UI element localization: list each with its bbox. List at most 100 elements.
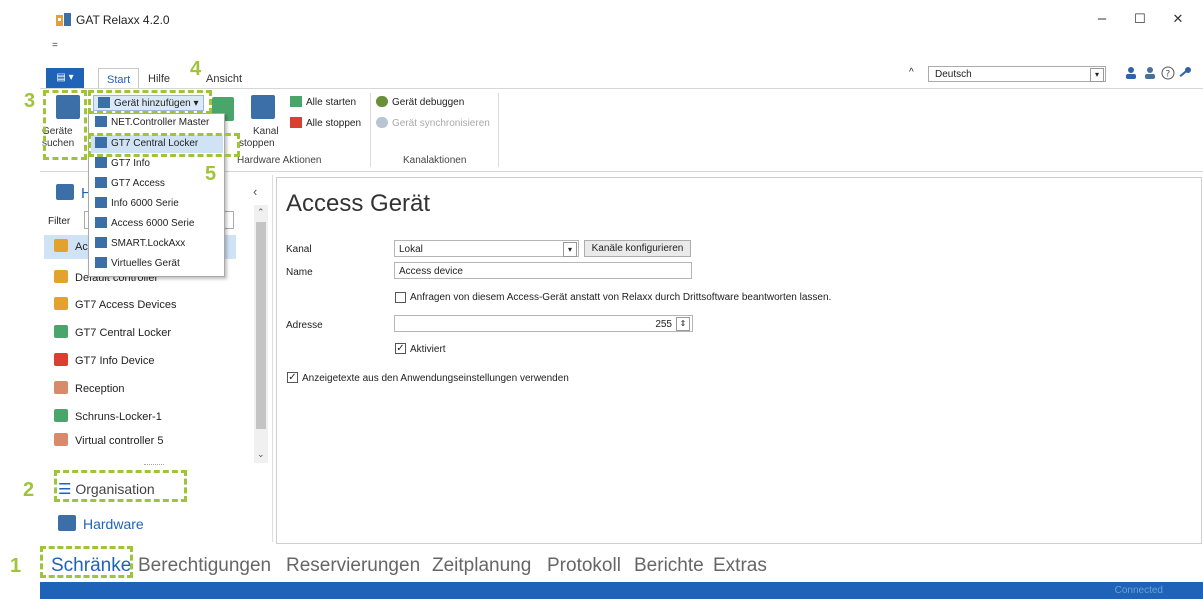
bottom-navigation: Schränke Berechtigungen Reservierungen Z… <box>40 550 1203 580</box>
hardware-icon <box>56 184 74 200</box>
app-window: GAT Relaxx 4.2.0 – ☐ ✕ = ▤ ▾ Start Hilfe… <box>40 0 1203 599</box>
menu-item-label: GT7 Info <box>111 158 150 169</box>
ribbon-separator <box>498 93 499 167</box>
help-icon[interactable]: ? <box>1161 66 1175 80</box>
nav-extras[interactable]: Extras <box>713 555 767 577</box>
maximize-button[interactable]: ☐ <box>1125 8 1155 30</box>
scroll-up-icon[interactable]: ⌃ <box>257 207 265 218</box>
nav-berichte[interactable]: Berichte <box>634 555 704 577</box>
key-icon[interactable] <box>1178 66 1192 80</box>
alle-starten-button[interactable]: Alle starten <box>290 96 356 108</box>
controller-item[interactable]: Virtual controller 5 <box>54 431 163 451</box>
menu-item-net-controller[interactable]: NET.Controller Master <box>95 114 209 132</box>
menu-item-label: Virtuelles Gerät <box>111 258 180 269</box>
tab-hilfe[interactable]: Hilfe <box>148 68 170 88</box>
geraet-synchronisieren-button[interactable]: Gerät synchronisieren <box>376 117 490 129</box>
svg-text:?: ? <box>1166 70 1171 80</box>
menu-item-label: Info 6000 Serie <box>111 198 179 209</box>
controller-label: Reception <box>75 383 125 395</box>
collapse-panel-button[interactable]: ‹ <box>253 184 257 199</box>
menu-item-gt7-info[interactable]: GT7 Info <box>95 155 150 173</box>
nav-zeitplanung[interactable]: Zeitplanung <box>432 555 531 577</box>
page-title: Access Gerät <box>286 190 431 217</box>
chevron-down-icon[interactable]: ▾ <box>563 242 577 257</box>
controller-label: Schruns-Locker-1 <box>75 411 162 423</box>
nav-protokoll[interactable]: Protokoll <box>547 555 621 577</box>
menu-item-virtuelles-geraet[interactable]: Virtuelles Gerät <box>95 255 180 273</box>
device-icon <box>95 217 107 228</box>
adresse-label: Adresse <box>286 320 323 331</box>
debug-icon <box>376 96 388 107</box>
menu-item-info-6000[interactable]: Info 6000 Serie <box>95 195 179 213</box>
chevron-down-icon[interactable]: ▾ <box>1090 68 1104 82</box>
controller-icon <box>54 353 68 366</box>
controller-label: GT7 Info Device <box>75 355 155 367</box>
ribbon-collapse-caret[interactable]: ^ <box>909 67 914 78</box>
controller-icon <box>54 409 68 422</box>
kanal-label: Kanal <box>286 244 312 255</box>
name-label: Name <box>286 267 313 278</box>
anzeigetexte-checkbox[interactable]: ✓ <box>287 372 298 383</box>
hardware-label: Hardware <box>83 516 144 532</box>
anfragen-checkbox[interactable] <box>395 292 406 303</box>
unknown-device-icon <box>54 433 68 446</box>
menu-item-smart-lockaxx[interactable]: SMART.LockAxx <box>95 235 185 253</box>
controller-item[interactable]: Reception <box>54 379 125 399</box>
nav-berechtigungen[interactable]: Berechtigungen <box>138 555 271 577</box>
panel-header: H <box>56 184 92 202</box>
controller-item-selected[interactable]: Ac <box>54 237 88 257</box>
minimize-button[interactable]: – <box>1087 8 1117 30</box>
device-icon <box>95 257 107 268</box>
menu-item-gt7-access[interactable]: GT7 Access <box>95 175 165 193</box>
menu-item-access-6000[interactable]: Access 6000 Serie <box>95 215 194 233</box>
annotation-number-5: 5 <box>205 163 217 185</box>
anfragen-label: Anfragen von diesem Access-Gerät anstatt… <box>410 292 832 303</box>
kanaele-konfigurieren-button[interactable]: Kanäle konfigurieren <box>584 240 691 257</box>
geraet-debuggen-label: Gerät debuggen <box>392 97 465 108</box>
stepper-icon[interactable]: ⇕ <box>676 317 690 331</box>
alle-stoppen-button[interactable]: Alle stoppen <box>290 117 361 129</box>
sync-icon <box>376 117 388 128</box>
window-title: GAT Relaxx 4.2.0 <box>76 13 170 27</box>
name-field[interactable]: Access device <box>394 262 692 279</box>
hardware-section[interactable]: Hardware <box>58 515 144 532</box>
controller-icon <box>54 239 68 252</box>
annotation-number-1: 1 <box>10 555 22 577</box>
splitter-grip[interactable] <box>144 464 164 465</box>
menu-item-label: Access 6000 Serie <box>111 218 195 229</box>
application-menu-button[interactable]: ▤ ▾ <box>46 68 84 88</box>
geraet-debuggen-button[interactable]: Gerät debuggen <box>376 96 464 108</box>
annotation-number-4: 4 <box>190 58 202 80</box>
kanal-stoppen-label-2[interactable]: stoppen <box>239 138 275 150</box>
controller-icon <box>54 270 68 283</box>
device-icon <box>95 116 107 127</box>
annotation-box-4 <box>88 90 212 114</box>
tab-start[interactable]: Start <box>98 68 140 89</box>
adresse-field[interactable]: 255 <box>394 315 693 332</box>
scroll-down-icon[interactable]: ⌄ <box>257 449 265 460</box>
user-icon[interactable] <box>1124 66 1138 80</box>
close-button[interactable]: ✕ <box>1163 8 1193 30</box>
tab-ansicht[interactable]: Ansicht <box>206 68 242 88</box>
scrollbar-thumb[interactable] <box>256 222 266 429</box>
controller-item[interactable]: Schruns-Locker-1 <box>54 407 162 427</box>
users-icon[interactable] <box>1143 66 1157 80</box>
aktiviert-checkbox[interactable]: ✓ <box>395 343 406 354</box>
quick-access-toolbar[interactable]: = <box>52 40 58 51</box>
ribbon-separator <box>370 93 371 167</box>
filter-label: Filter <box>48 216 71 227</box>
kanal-select[interactable]: Lokal ▾ <box>394 240 579 257</box>
controller-item[interactable]: GT7 Info Device <box>54 351 154 371</box>
controller-label: GT7 Central Locker <box>75 327 171 339</box>
group-kanalaktionen: Kanalaktionen <box>403 155 467 166</box>
aktiviert-label: Aktiviert <box>410 344 446 355</box>
channel-stop-icon[interactable] <box>251 95 275 119</box>
controller-icon <box>54 325 68 338</box>
nav-reservierungen[interactable]: Reservierungen <box>286 555 420 577</box>
language-select[interactable]: Deutsch ▾ <box>928 66 1106 82</box>
controller-item[interactable]: GT7 Access Devices <box>54 295 176 315</box>
stop-all-icon <box>290 117 302 128</box>
kanal-stoppen-label[interactable]: Kanal <box>253 126 279 138</box>
device-icon <box>95 157 107 168</box>
controller-item[interactable]: GT7 Central Locker <box>54 323 171 343</box>
